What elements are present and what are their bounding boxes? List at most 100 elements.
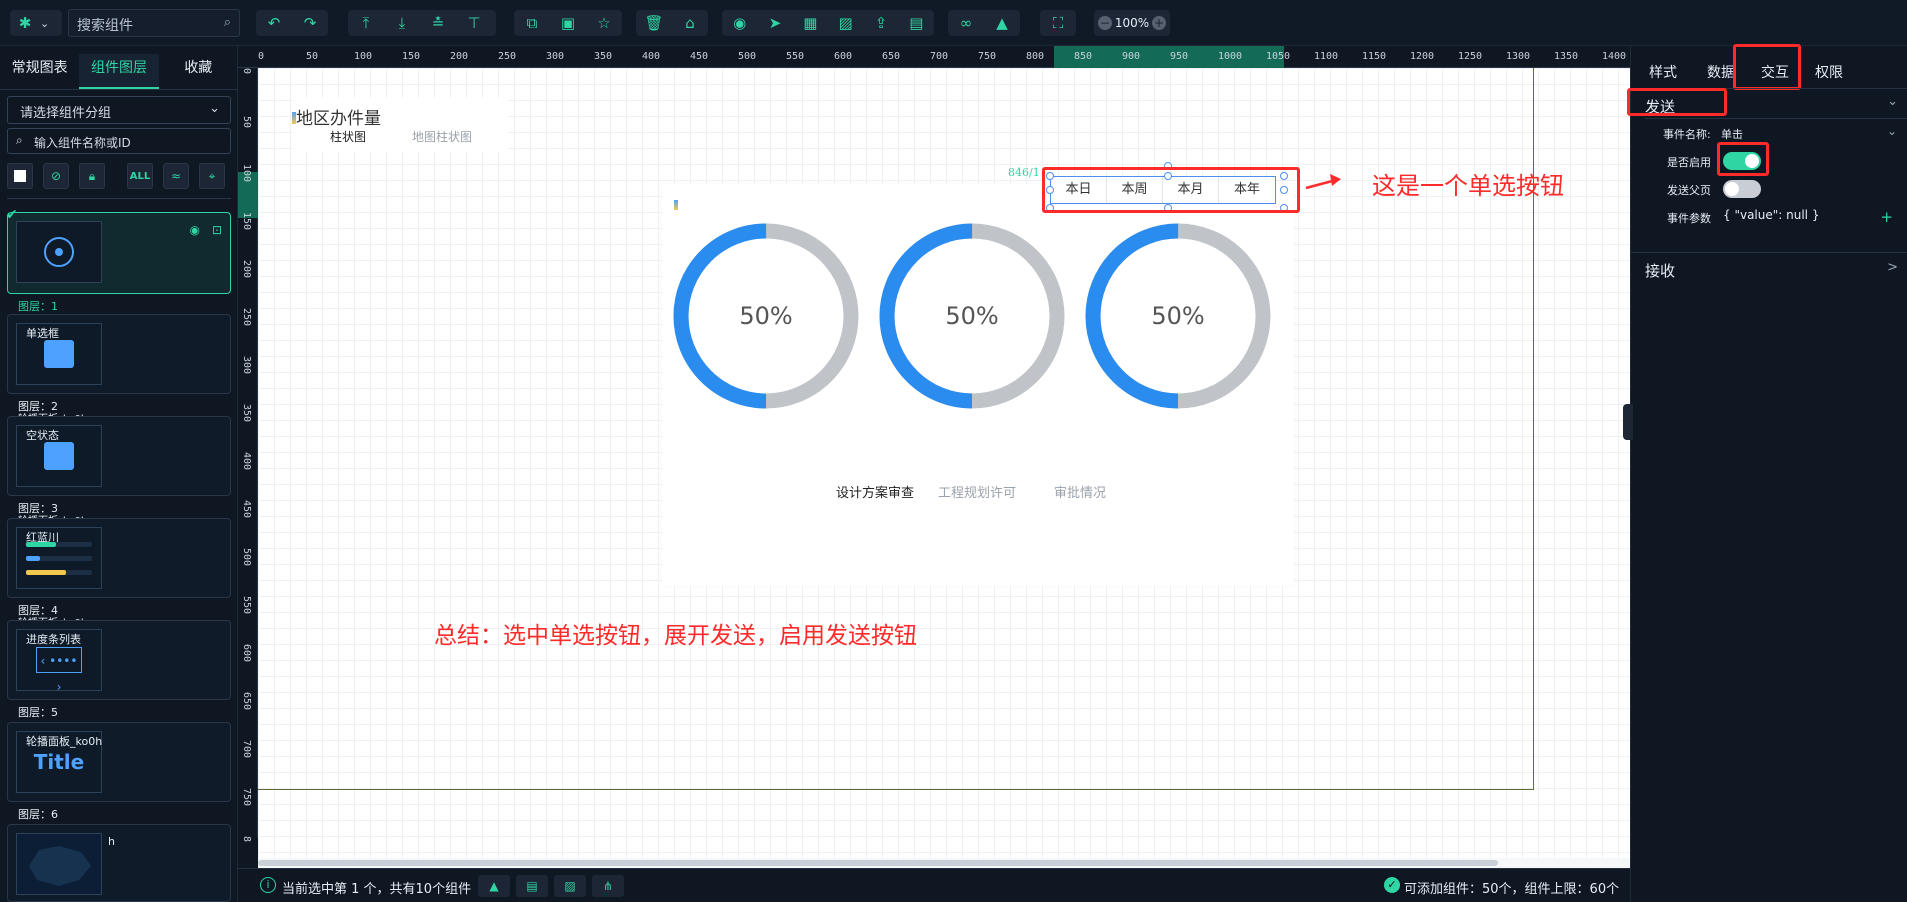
ruler-tick: 150: [241, 212, 252, 231]
image-icon[interactable]: ▨: [554, 875, 586, 897]
add-param-icon[interactable]: +: [1880, 208, 1893, 226]
ruler-tick: 700: [930, 51, 949, 62]
title-widget[interactable]: 地区办件量 柱状图 地图柱状图: [292, 98, 508, 152]
chevron-down-icon: ⌄: [1887, 94, 1898, 109]
select-all-checkbox[interactable]: [7, 163, 33, 189]
layer-item[interactable]: h: [7, 824, 231, 902]
component-icon[interactable]: ▤: [516, 875, 548, 897]
fullscreen-icon[interactable]: ⛶: [1040, 10, 1076, 36]
scrollbar-thumb[interactable]: [258, 860, 1498, 866]
selection-status: 当前选中第 1 个，共有10个组件: [282, 882, 472, 897]
canvas-horizontal-scrollbar[interactable]: [258, 858, 1630, 868]
layer-number: 图层：6: [18, 808, 58, 821]
collapse-icon[interactable]: ≈: [163, 163, 189, 189]
redo-icon[interactable]: ↷: [292, 10, 328, 36]
undo-icon[interactable]: ↶: [256, 10, 292, 36]
ruler-tick: 1150: [1362, 51, 1387, 62]
receive-section-header[interactable]: 接收 >: [1631, 254, 1907, 284]
tab-common-charts[interactable]: 常规图表: [0, 54, 79, 89]
save-icon[interactable]: ▤: [899, 10, 934, 36]
component-group-select[interactable]: 请选择组件分组 ⌄: [7, 96, 231, 124]
image-icon[interactable]: ▨: [828, 10, 863, 36]
tree-icon[interactable]: ⋔: [592, 875, 624, 897]
clear-icon[interactable]: ⌂: [672, 10, 708, 36]
link-icon[interactable]: ∞: [948, 10, 984, 36]
publish-icon[interactable]: ➤: [757, 10, 792, 36]
paste-icon[interactable]: ▣: [550, 10, 586, 36]
ruler-tick: 0: [258, 51, 265, 62]
filter-all-button[interactable]: ALL: [127, 163, 153, 189]
tab-approval-status[interactable]: 审批情况: [1054, 482, 1106, 501]
ruler-tick: 750: [978, 51, 997, 62]
chevron-down-icon: ⌄: [40, 16, 50, 30]
status-bar: i 当前选中第 1 个，共有10个组件 ▲ ▤ ▨ ⋔ ✓ 可添加组件：50个，…: [238, 868, 1630, 902]
layer-item[interactable]: 单选框: [7, 314, 231, 394]
ruler-tick: 1350: [1554, 51, 1579, 62]
component-menu-button[interactable]: ✱ ⌄: [10, 10, 62, 36]
image-icon: [44, 442, 74, 470]
zoom-level: 100%: [1114, 16, 1150, 30]
tab-planning-permit[interactable]: 工程规划许可: [938, 482, 1016, 501]
align-top-icon[interactable]: ⊤: [456, 10, 492, 36]
component-name-search[interactable]: ⌕ 输入组件名称或ID: [7, 128, 231, 154]
focus-icon[interactable]: ⌖: [199, 163, 225, 189]
send-parent-toggle[interactable]: [1723, 180, 1761, 198]
ruler-tick: 550: [786, 51, 805, 62]
event-name-value: 单击: [1721, 128, 1743, 141]
lock-icon[interactable]: ⊡: [212, 223, 222, 237]
ruler-tick: 550: [241, 596, 252, 615]
thumbnail-title-text: Title: [33, 750, 85, 774]
chevron-down-icon[interactable]: ⌄: [1887, 124, 1897, 138]
copy-icon[interactable]: ⧉: [514, 10, 550, 36]
panel-collapse-handle[interactable]: [1623, 404, 1633, 440]
delete-icon[interactable]: 🗑: [636, 10, 672, 36]
lock-icon[interactable]: 🔒︎: [79, 163, 105, 189]
donut-label: 50%: [739, 302, 792, 330]
event-name-label: 事件名称:: [1663, 128, 1711, 141]
image-icon: [44, 340, 74, 368]
tab-permission[interactable]: 权限: [1815, 62, 1843, 82]
send-to-bottom-icon[interactable]: ⤓: [384, 10, 420, 36]
visible-icon[interactable]: ◉: [190, 223, 200, 237]
chart-icon[interactable]: ▲: [478, 875, 510, 897]
map-thumbnail: [29, 846, 91, 886]
ruler-tick: 450: [241, 500, 252, 519]
ruler-tick: 600: [241, 644, 252, 663]
annotation-arrow-icon: [1305, 174, 1341, 190]
layer-item[interactable]: ✔ ◉ ⊡: [6, 207, 231, 294]
tab-bar-chart[interactable]: 柱状图: [330, 128, 366, 145]
layer-item[interactable]: 空状态: [7, 416, 231, 496]
layer-item[interactable]: 红蓝川: [7, 518, 231, 598]
preview-icon[interactable]: ◉: [722, 10, 757, 36]
ruler-tick: 800: [1026, 51, 1045, 62]
export-icon[interactable]: ⇪: [863, 10, 898, 36]
tab-map-bar-chart[interactable]: 地图柱状图: [412, 128, 472, 145]
tab-style[interactable]: 样式: [1649, 62, 1677, 82]
ruler-tick: 150: [402, 51, 421, 62]
zoom-in-icon[interactable]: +: [1152, 16, 1166, 30]
zoom-out-icon[interactable]: −: [1098, 16, 1112, 30]
layout-icon[interactable]: ▦: [793, 10, 828, 36]
annotation-highlight-send: [1627, 88, 1727, 116]
star-icon[interactable]: ☆: [586, 10, 622, 36]
hide-icon[interactable]: ⊘: [43, 163, 69, 189]
donut-charts: 50% 50% 50%: [673, 223, 1271, 409]
design-canvas[interactable]: 地区办件量 柱状图 地图柱状图 846/1 本日 本周 本月 本年 50% 50%…: [258, 68, 1630, 858]
event-params-value[interactable]: { "value": null }: [1723, 208, 1819, 222]
bring-to-top-icon[interactable]: ⤒: [348, 10, 384, 36]
component-search-input[interactable]: 搜索组件 ⌕: [68, 9, 240, 37]
chart-icon[interactable]: ▲: [984, 10, 1020, 36]
layer-title: h: [108, 835, 115, 848]
layer-number: 图层：5: [18, 706, 58, 719]
layer-item[interactable]: Title 轮播面板_ko0h: [7, 722, 231, 802]
layer-item[interactable]: ‹ •••• › 进度条列表: [7, 620, 231, 700]
top-toolbar: ✱ ⌄ 搜索组件 ⌕ ↶ ↷ ⤒ ⤓ ≛ ⊤ ⧉ ▣ ☆ 🗑 ⌂ ◉ ➤ ▦ ▨…: [0, 0, 1907, 46]
tab-data[interactable]: 数据: [1707, 62, 1735, 82]
ruler-tick: 100: [241, 164, 252, 183]
history-group: ↶ ↷: [256, 10, 328, 36]
right-panel: 样式 数据 交互 权限 发送 ⌄ 事件名称: 单击 ⌄ 是否启用 发送父页 事件…: [1623, 44, 1907, 902]
tab-design-review[interactable]: 设计方案审查: [836, 482, 914, 501]
tab-favorites[interactable]: 收藏: [159, 54, 238, 89]
align-center-icon[interactable]: ≛: [420, 10, 456, 36]
tab-component-layers[interactable]: 组件图层: [79, 54, 159, 89]
